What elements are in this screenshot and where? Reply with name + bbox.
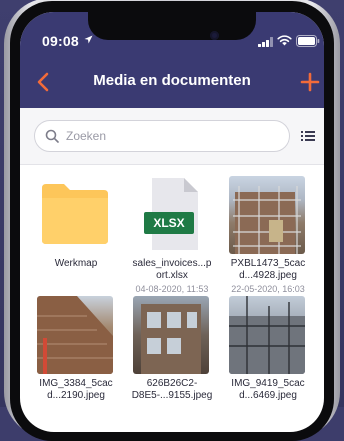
file-name-line1: IMG_3384_5cac (39, 378, 113, 389)
battery-icon (296, 35, 320, 47)
scaffolding-image (233, 186, 301, 254)
photo-thumbnail (229, 296, 305, 374)
app-screen: 09:08 Media en documenten Zoeken Werkmap… (20, 12, 324, 432)
camera-icon (210, 31, 219, 40)
search-input[interactable]: Zoeken (34, 120, 290, 152)
file-item-photo[interactable]: IMG_9419_5cac d...6469.jpeg (220, 294, 316, 414)
file-date: 04-08-2020, 11:53 (135, 284, 209, 294)
file-date: 22-05-2020, 16:03 (231, 284, 305, 294)
list-view-icon[interactable] (300, 128, 316, 144)
search-bar: Zoeken (20, 108, 324, 164)
divider (20, 164, 324, 165)
status-time: 09:08 (42, 33, 79, 49)
file-name-line2: d...4928.jpeg (239, 270, 297, 281)
scaffolding-image (229, 296, 305, 374)
file-name-line2: D8E5-...9155.jpeg (131, 390, 213, 401)
app-header: 09:08 Media en documenten (20, 12, 324, 108)
xlsx-badge: XLSX (153, 216, 185, 230)
photo-thumbnail (133, 296, 209, 374)
add-icon[interactable] (298, 70, 322, 94)
file-name-line2: d...6469.jpeg (239, 390, 297, 401)
search-placeholder: Zoeken (66, 129, 107, 143)
building-facade-image (141, 304, 201, 374)
file-name: Werkmap (54, 258, 98, 269)
brick-wall-image (37, 296, 113, 374)
folder-icon (42, 184, 108, 244)
photo-thumbnail (37, 296, 113, 374)
file-item-xlsx[interactable]: XLSX sales_invoices...p ort.xlsx 04-08-2… (124, 174, 220, 294)
wifi-icon (277, 35, 292, 46)
page-title: Media en documenten (93, 72, 251, 89)
file-item-photo[interactable]: PXBL1473_5cac d...4928.jpeg 22-05-2020, … (220, 174, 316, 294)
file-name-line2: ort.xlsx (156, 270, 188, 281)
file-item-photo[interactable]: IMG_3384_5cac d...2190.jpeg (28, 294, 124, 414)
phone-notch (88, 12, 256, 40)
file-name-line1: IMG_9419_5cac (231, 378, 305, 389)
xlsx-document-icon (144, 178, 198, 250)
search-icon (45, 129, 59, 143)
file-name-line1: 626B26C2- (146, 378, 198, 389)
file-name-line2: d...2190.jpeg (47, 390, 105, 401)
file-item-photo[interactable]: 626B26C2- D8E5-...9155.jpeg (124, 294, 220, 414)
location-arrow-icon (84, 35, 93, 44)
file-name-line1: PXBL1473_5cac (230, 258, 306, 269)
signal-icon (258, 37, 273, 47)
photo-thumbnail (229, 176, 305, 254)
file-item-folder[interactable]: Werkmap (28, 174, 124, 294)
file-name-line1: sales_invoices...p (132, 258, 212, 269)
